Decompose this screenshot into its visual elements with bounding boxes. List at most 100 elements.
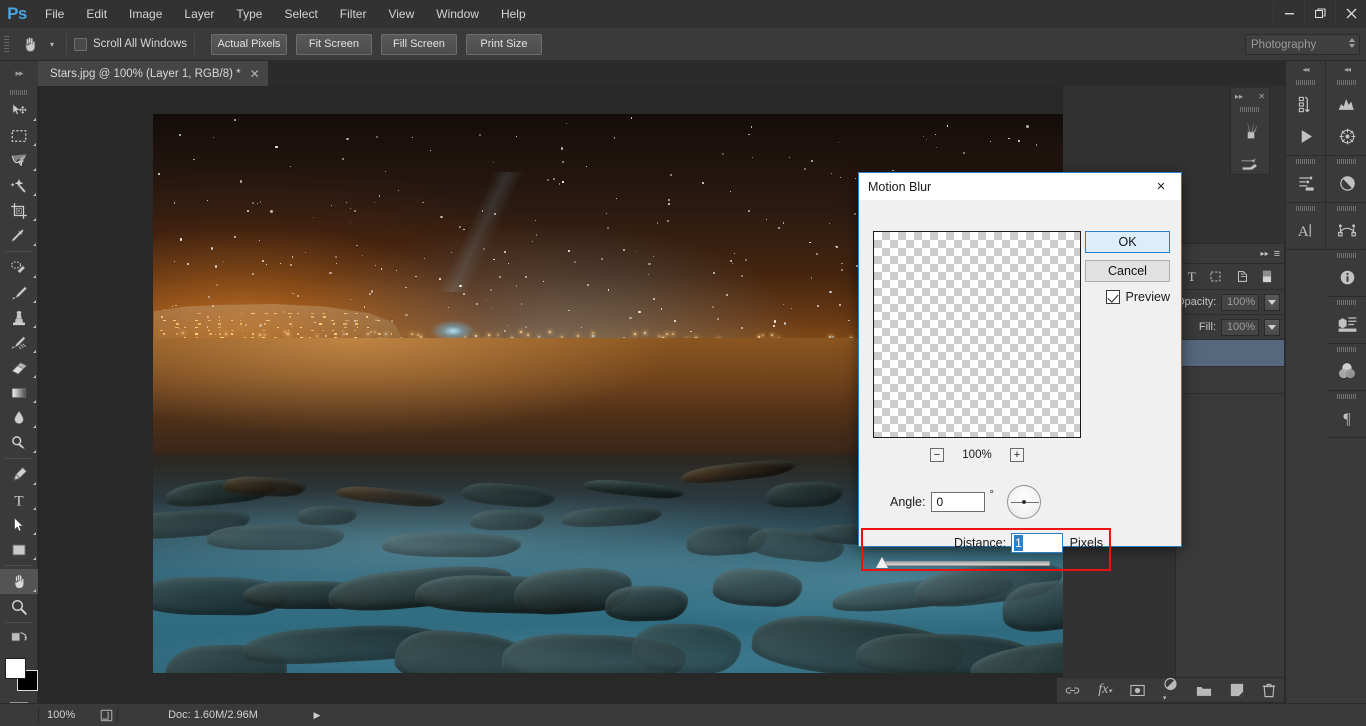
- minimize-button[interactable]: [1273, 2, 1304, 24]
- collapse-dock-icon-2[interactable]: ◂◂: [1327, 61, 1366, 77]
- restore-button[interactable]: [1304, 2, 1335, 24]
- lock-transparent-pixels-icon[interactable]: [1262, 270, 1272, 283]
- dialog-title-bar[interactable]: Motion Blur ✕: [859, 173, 1181, 200]
- path-selection-tool[interactable]: [0, 512, 38, 537]
- lock-position-icon[interactable]: [1209, 270, 1222, 283]
- distance-slider-track[interactable]: [885, 561, 1050, 566]
- workspace-switcher[interactable]: Photography: [1245, 34, 1360, 55]
- new-layer-icon[interactable]: [1230, 683, 1244, 697]
- fit-screen-button[interactable]: Fit Screen: [295, 33, 372, 55]
- menu-file[interactable]: File: [34, 0, 75, 28]
- paths-panel-icon[interactable]: [1327, 214, 1366, 246]
- dock-grip[interactable]: [1327, 391, 1366, 402]
- layer-mask-icon[interactable]: [1130, 684, 1145, 697]
- adjustment-layer-icon[interactable]: ▾: [1163, 677, 1178, 703]
- menu-view[interactable]: View: [377, 0, 425, 28]
- rectangle-tool[interactable]: [0, 537, 38, 562]
- panel-menu-icon[interactable]: ≡: [1274, 248, 1280, 260]
- link-layers-icon[interactable]: [1065, 684, 1080, 697]
- expand-arrows-icon[interactable]: ▸▸: [1261, 249, 1269, 258]
- horizontal-type-tool[interactable]: T: [0, 487, 38, 512]
- layer-row-layer-1[interactable]: [1176, 340, 1284, 367]
- blur-preview-thumbnail[interactable]: [873, 231, 1081, 438]
- close-icon[interactable]: ✕: [1258, 92, 1265, 101]
- menu-layer[interactable]: Layer: [173, 0, 225, 28]
- menu-image[interactable]: Image: [118, 0, 173, 28]
- menu-filter[interactable]: Filter: [329, 0, 378, 28]
- status-expand-arrow-icon[interactable]: ▶: [308, 710, 326, 721]
- dock-grip[interactable]: [1327, 156, 1366, 167]
- adjustments-panel-icon[interactable]: [1286, 167, 1326, 199]
- layer-row-background[interactable]: [1176, 367, 1284, 394]
- gradient-tool[interactable]: [0, 380, 38, 405]
- spot-healing-brush-tool[interactable]: [0, 255, 38, 280]
- hand-tool[interactable]: [0, 569, 38, 594]
- fill-screen-button[interactable]: Fill Screen: [380, 33, 457, 55]
- menu-edit[interactable]: Edit: [75, 0, 118, 28]
- histogram-panel-icon[interactable]: [1327, 88, 1366, 120]
- hand-tool-icon[interactable]: [15, 31, 45, 57]
- dock-grip[interactable]: [1327, 77, 1366, 88]
- print-size-button[interactable]: Print Size: [465, 33, 542, 55]
- brush-panel-grip[interactable]: [1231, 104, 1269, 115]
- close-button[interactable]: [1335, 2, 1366, 24]
- angle-input[interactable]: 0: [931, 492, 986, 512]
- zoom-level-field[interactable]: 100%: [39, 709, 95, 721]
- cancel-button[interactable]: Cancel: [1085, 260, 1170, 282]
- new-group-icon[interactable]: [1196, 684, 1212, 697]
- menu-window[interactable]: Window: [425, 0, 490, 28]
- close-icon[interactable]: ✕: [250, 68, 260, 80]
- ok-button[interactable]: OK: [1085, 231, 1170, 253]
- document-tab-stars[interactable]: Stars.jpg @ 100% (Layer 1, RGB/8) * ✕: [38, 61, 269, 86]
- layer-style-icon[interactable]: fx▾: [1098, 682, 1112, 698]
- rectangular-marquee-tool[interactable]: [0, 123, 38, 148]
- dodge-tool[interactable]: [0, 430, 38, 455]
- close-icon[interactable]: ✕: [1141, 173, 1181, 200]
- opacity-value[interactable]: 100%: [1221, 293, 1260, 311]
- history-brush-tool[interactable]: [0, 330, 38, 355]
- actions-panel-icon[interactable]: [1286, 120, 1326, 152]
- pen-tool[interactable]: [0, 462, 38, 487]
- blur-tool[interactable]: [0, 405, 38, 430]
- styles-panel-icon[interactable]: [1327, 167, 1366, 199]
- crop-tool[interactable]: [0, 198, 38, 223]
- angle-dial[interactable]: [1006, 485, 1041, 519]
- paragraph-panel-icon[interactable]: ¶: [1327, 402, 1366, 434]
- brush-tool[interactable]: [0, 280, 38, 305]
- options-bar-grip[interactable]: [3, 34, 11, 54]
- delete-layer-icon[interactable]: [1262, 683, 1276, 698]
- eraser-tool[interactable]: [0, 355, 38, 380]
- preview-checkbox-row[interactable]: Preview: [1105, 290, 1170, 304]
- expand-arrows-icon[interactable]: ▸▸: [0, 61, 38, 86]
- quick-selection-tool[interactable]: [0, 173, 38, 198]
- zoom-tool[interactable]: [0, 594, 38, 619]
- brush-presets-icon[interactable]: [1231, 115, 1271, 147]
- clone-stamp-tool[interactable]: [0, 305, 38, 330]
- menu-help[interactable]: Help: [490, 0, 537, 28]
- distance-slider-thumb[interactable]: [876, 557, 888, 568]
- motion-blur-dialog[interactable]: Motion Blur ✕ − 100% + Angle: 0 ° OK Can…: [858, 172, 1182, 571]
- eyedropper-tool[interactable]: [0, 223, 38, 248]
- 3d-panel-icon[interactable]: [1327, 308, 1366, 340]
- tools-panel-grip[interactable]: [0, 86, 37, 98]
- navigator-panel-icon[interactable]: [1327, 120, 1366, 152]
- collapse-dock-icon[interactable]: ◂◂: [1286, 61, 1325, 77]
- lock-all-icon[interactable]: [1236, 270, 1249, 283]
- scroll-all-windows-checkbox[interactable]: Scroll All Windows: [74, 37, 187, 51]
- history-panel-icon[interactable]: [1286, 88, 1326, 120]
- opacity-dropdown-icon[interactable]: [1264, 293, 1280, 311]
- menu-type[interactable]: Type: [225, 0, 273, 28]
- dock-grip[interactable]: [1327, 297, 1366, 308]
- fill-value[interactable]: 100%: [1221, 318, 1259, 336]
- document-preview-icon[interactable]: [95, 709, 117, 722]
- character-panel-icon[interactable]: A: [1286, 214, 1326, 246]
- lasso-tool[interactable]: [0, 148, 38, 173]
- dock-grip[interactable]: [1286, 77, 1325, 88]
- color-panel-icon[interactable]: [1327, 355, 1366, 387]
- foreground-color-swatch[interactable]: [5, 658, 26, 679]
- lock-image-pixels-icon[interactable]: T: [1188, 269, 1196, 285]
- zoom-in-button[interactable]: +: [1010, 448, 1024, 462]
- screen-mode[interactable]: [0, 626, 38, 650]
- menu-select[interactable]: Select: [273, 0, 328, 28]
- dock-grip[interactable]: [1327, 203, 1366, 214]
